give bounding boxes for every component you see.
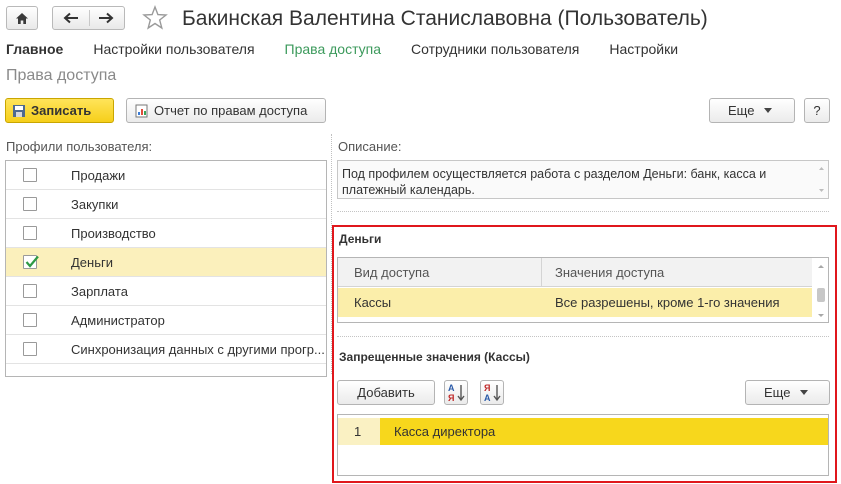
profile-checkbox[interactable]	[23, 313, 37, 327]
scrollbar[interactable]	[818, 165, 825, 194]
profile-label: Зарплата	[71, 284, 128, 299]
save-icon	[13, 104, 25, 117]
forbidden-more-label: Еще	[764, 385, 791, 400]
profile-label: Синхронизация данных с другими прогр...	[71, 342, 325, 357]
profile-checkbox[interactable]	[23, 168, 37, 182]
svg-text:А: А	[484, 393, 491, 403]
table-row[interactable]: 1 Касса директора	[338, 418, 828, 445]
tab-user-employees[interactable]: Сотрудники пользователя	[411, 41, 579, 59]
forbidden-values-table: 1 Касса директора	[337, 414, 829, 476]
list-item[interactable]: Зарплата	[6, 277, 326, 306]
chevron-down-icon	[764, 108, 773, 113]
list-item[interactable]: Продажи	[6, 161, 326, 190]
profile-label: Администратор	[71, 313, 165, 328]
svg-text:Я: Я	[448, 393, 454, 403]
list-item[interactable]: Администратор	[6, 306, 326, 335]
access-report-button[interactable]: Отчет по правам доступа	[126, 98, 326, 123]
more-button-label: Еще	[728, 103, 755, 118]
profile-label: Деньги	[71, 255, 113, 270]
add-button[interactable]: Добавить	[337, 380, 435, 405]
description-text: Под профилем осуществляется работа с раз…	[342, 167, 767, 197]
home-button[interactable]	[6, 6, 38, 30]
back-button[interactable]	[53, 7, 89, 29]
divider	[337, 211, 829, 212]
profile-checkbox-checked[interactable]	[23, 255, 39, 269]
profiles-list: Продажи Закупки Производство Деньги Зарп…	[5, 160, 327, 377]
svg-text:А: А	[448, 383, 455, 393]
profile-label: Закупки	[71, 197, 119, 212]
add-button-label: Добавить	[357, 385, 415, 400]
sort-ascending-icon: А Я	[448, 383, 465, 403]
access-group-label: Деньги	[339, 232, 382, 246]
section-title: Права доступа	[6, 67, 117, 84]
arrow-left-icon	[63, 12, 78, 24]
forbidden-more-button[interactable]: Еще	[745, 380, 830, 405]
home-icon	[16, 12, 28, 24]
profiles-label: Профили пользователя:	[6, 139, 153, 154]
save-button-label: Записать	[31, 103, 92, 118]
access-kinds-table: Вид доступа Значения доступа Кассы Все р…	[337, 257, 829, 323]
scrollbar[interactable]	[816, 263, 826, 319]
forbidden-values-label: Запрещенные значения (Кассы)	[339, 350, 530, 364]
tab-user-settings[interactable]: Настройки пользователя	[93, 41, 254, 59]
sort-ascending-button[interactable]: А Я	[444, 380, 468, 405]
chevron-down-icon	[800, 390, 809, 395]
list-item[interactable]: Деньги	[6, 248, 326, 277]
description-field[interactable]: Под профилем осуществляется работа с раз…	[337, 160, 829, 199]
window-title: Бакинская Валентина Станиславовна (Польз…	[182, 7, 708, 30]
tab-settings[interactable]: Настройки	[609, 41, 678, 59]
table-row[interactable]: Кассы Все разрешены, кроме 1-го значения	[338, 288, 812, 317]
profile-checkbox[interactable]	[23, 226, 37, 240]
row-number-cell: 1	[338, 418, 380, 445]
access-values-cell: Все разрешены, кроме 1-го значения	[555, 295, 780, 310]
table-header: Вид доступа Значения доступа	[338, 258, 812, 287]
help-button-label: ?	[813, 103, 821, 118]
favorite-star-button[interactable]	[142, 5, 168, 31]
save-button[interactable]: Записать	[5, 98, 114, 123]
sort-descending-button[interactable]: Я А	[480, 380, 504, 405]
forward-button[interactable]	[89, 7, 125, 29]
profile-checkbox[interactable]	[23, 197, 37, 211]
help-button[interactable]: ?	[804, 98, 830, 123]
list-item[interactable]: Производство	[6, 219, 326, 248]
arrow-right-icon	[99, 12, 114, 24]
description-label: Описание:	[338, 139, 402, 154]
report-icon	[135, 104, 148, 117]
svg-text:Я: Я	[484, 383, 490, 393]
access-report-label: Отчет по правам доступа	[154, 103, 308, 118]
forbidden-value-cell: Касса директора	[380, 418, 828, 445]
profile-label: Производство	[71, 226, 156, 241]
tab-access-rights[interactable]: Права доступа	[285, 41, 381, 59]
list-item[interactable]: Синхронизация данных с другими прогр...	[6, 335, 326, 364]
more-button[interactable]: Еще	[709, 98, 795, 123]
profile-label: Продажи	[71, 168, 126, 183]
history-nav	[52, 6, 125, 30]
tab-bar: Главное Настройки пользователя Права дос…	[6, 41, 708, 59]
list-item[interactable]: Закупки	[6, 190, 326, 219]
tab-main[interactable]: Главное	[6, 41, 63, 59]
column-header-kind[interactable]: Вид доступа	[354, 265, 429, 280]
divider	[337, 336, 829, 337]
star-icon	[142, 5, 168, 30]
column-separator	[541, 258, 542, 287]
profile-checkbox[interactable]	[23, 284, 37, 298]
access-kind-cell: Кассы	[354, 295, 392, 310]
profile-checkbox[interactable]	[23, 342, 37, 356]
checkmark-icon	[25, 255, 39, 268]
sort-descending-icon: Я А	[484, 383, 501, 403]
column-header-values[interactable]: Значения доступа	[555, 265, 664, 280]
